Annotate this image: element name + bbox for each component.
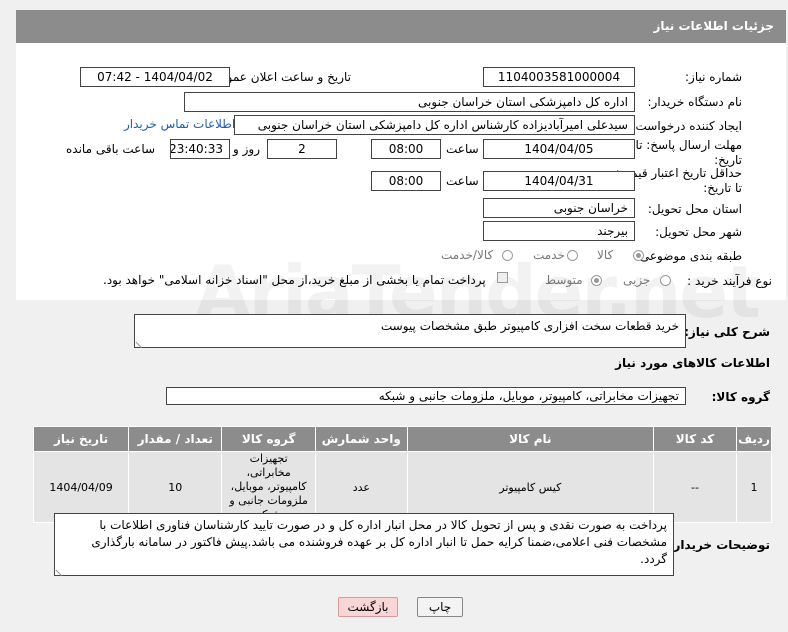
cell-name: کیس کامپیوتر [406, 451, 654, 523]
goods-section-title: اطلاعات کالاهای مورد نیاز [615, 356, 770, 370]
days-label: روز و [233, 142, 260, 156]
process-label: نوع فرآیند خرید : [687, 274, 772, 288]
need-number-label: شماره نیاز: [685, 70, 742, 84]
category-goods-label: کالا [597, 248, 614, 262]
process-minor-label: جزیی [623, 273, 651, 287]
category-goods-service-radio[interactable] [502, 250, 513, 261]
resize-handle-icon[interactable] [55, 563, 68, 577]
cell-date: 1404/04/09 [32, 451, 130, 523]
col-qty: تعداد / مقدار [128, 426, 223, 452]
cell-unit: عدد [314, 451, 408, 523]
category-goods-service-label: کالا/خدمت [441, 248, 494, 262]
description-text: خرید قطعات سخت افزاری کامپیوتر طبق مشخصا… [380, 319, 679, 333]
remaining-time-field[interactable]: 23:40:33 [170, 139, 230, 159]
cell-row: 1 [736, 451, 772, 523]
print-button[interactable]: چاپ [417, 597, 463, 617]
price-validity-date-field[interactable]: 1404/04/31 [483, 171, 635, 191]
province-field[interactable]: خراسان جنوبی [483, 198, 635, 218]
city-field[interactable]: بیرجند [483, 221, 635, 241]
table-row[interactable]: 1 -- کیس کامپیوتر عدد تجهیزات مخابراتی، … [32, 451, 772, 523]
need-number-field[interactable]: 1104003581000004 [483, 67, 635, 87]
category-goods-radio[interactable] [633, 250, 644, 261]
remaining-label: ساعت باقی مانده [66, 142, 156, 156]
announce-field[interactable]: 1404/04/02 - 07:42 [80, 67, 230, 87]
resize-handle-icon[interactable] [135, 335, 148, 349]
creator-field[interactable]: سیدعلی امیرآبادیزاده کارشناس اداره کل دا… [234, 115, 635, 135]
buyer-org-field[interactable]: اداره کل دامپزشکی استان خراسان جنوبی [184, 92, 635, 112]
category-service-label: خدمت [533, 248, 565, 262]
creator-label: ایجاد کننده درخواست: [631, 119, 742, 133]
panel-title: جزئیات اطلاعات نیاز [653, 19, 774, 33]
province-label: استان محل تحویل: [647, 202, 742, 216]
col-row: ردیف [736, 426, 772, 452]
category-label: طبقه بندی موضوعی: [635, 249, 742, 263]
cell-code: -- [652, 451, 738, 523]
cell-qty: 10 [128, 451, 223, 523]
treasury-payment-checkbox[interactable] [497, 272, 508, 283]
back-button[interactable]: بازگشت [338, 597, 398, 617]
buyer-notes-label: توضیحات خریدار: [668, 538, 770, 552]
col-unit: واحد شمارش [314, 426, 408, 452]
goods-table: ردیف کد کالا نام کالا واحد شمارش گروه کا… [32, 426, 772, 523]
process-medium-label: متوسط [545, 273, 583, 287]
deadline-date-field[interactable]: 1404/04/05 [483, 139, 635, 159]
goods-group-field[interactable]: تجهیزات مخابراتی، کامپیوتر، موبایل، ملزو… [166, 387, 686, 405]
buyer-org-label: نام دستگاه خریدار: [647, 95, 743, 109]
price-validity-time-label: ساعت [446, 174, 479, 188]
cell-group: تجهیزات مخابراتی، کامپیوتر، موبایل، ملزو… [221, 451, 316, 523]
col-date: تاریخ نیاز [32, 426, 130, 452]
col-code: کد کالا [652, 426, 738, 452]
category-service-radio[interactable] [567, 250, 578, 261]
panel-header: جزئیات اطلاعات نیاز [16, 10, 786, 43]
days-field[interactable]: 2 [267, 139, 337, 159]
price-validity-time-field[interactable]: 08:00 [371, 171, 441, 191]
description-label: شرح کلی نیاز: [684, 325, 770, 339]
goods-group-label: گروه کالا: [711, 390, 770, 404]
col-name: نام کالا [406, 426, 654, 452]
city-label: شهر محل تحویل: [655, 225, 742, 239]
process-medium-radio[interactable] [591, 275, 602, 286]
col-group: گروه کالا [221, 426, 316, 452]
buyer-notes-text: پرداخت به صورت نقدی و پس از تحویل کالا د… [91, 518, 667, 566]
deadline-time-label: ساعت [446, 142, 479, 156]
process-minor-radio[interactable] [660, 275, 671, 286]
treasury-payment-note: پرداخت تمام یا بخشی از مبلغ خرید،از محل … [103, 273, 486, 287]
buyer-notes-field[interactable]: پرداخت به صورت نقدی و پس از تحویل کالا د… [54, 513, 674, 577]
contact-info-link[interactable]: اطلاعات تماس خریدار [124, 117, 235, 131]
deadline-label: مهلت ارسال پاسخ: تا تاریخ: [635, 138, 742, 167]
deadline-time-field[interactable]: 08:00 [371, 139, 441, 159]
description-field[interactable]: خرید قطعات سخت افزاری کامپیوتر طبق مشخصا… [134, 314, 686, 349]
